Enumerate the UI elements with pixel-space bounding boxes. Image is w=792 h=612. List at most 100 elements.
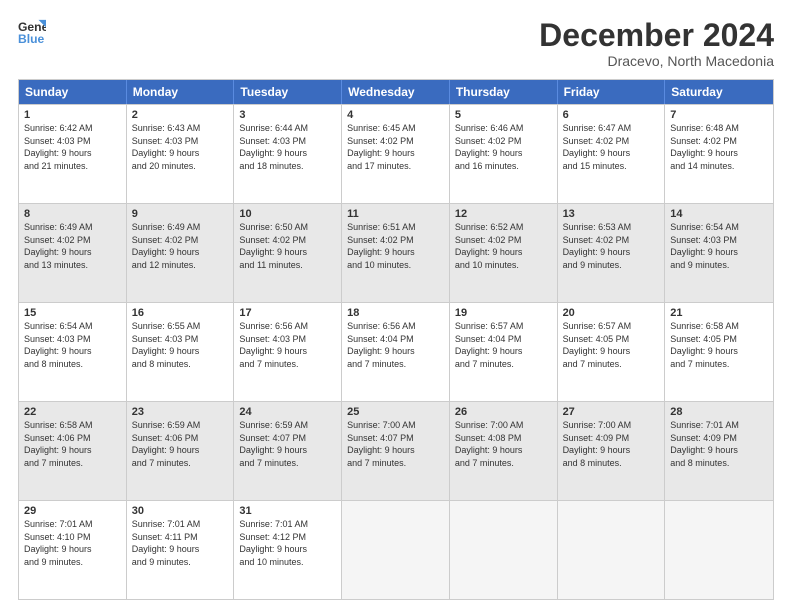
page: General Blue December 2024 Dracevo, Nort… xyxy=(0,0,792,612)
day-number: 24 xyxy=(239,406,336,418)
day-number: 20 xyxy=(563,307,660,319)
cell-info: Sunrise: 6:59 AMSunset: 4:06 PMDaylight:… xyxy=(132,419,229,469)
cell-info: Sunrise: 6:55 AMSunset: 4:03 PMDaylight:… xyxy=(132,320,229,370)
day-cell-1: 1Sunrise: 6:42 AMSunset: 4:03 PMDaylight… xyxy=(19,105,127,203)
header-day-monday: Monday xyxy=(127,80,235,104)
day-cell-12: 12Sunrise: 6:52 AMSunset: 4:02 PMDayligh… xyxy=(450,204,558,302)
cell-info: Sunrise: 7:01 AMSunset: 4:11 PMDaylight:… xyxy=(132,518,229,568)
day-number: 1 xyxy=(24,109,121,121)
day-number: 16 xyxy=(132,307,229,319)
cell-info: Sunrise: 6:49 AMSunset: 4:02 PMDaylight:… xyxy=(132,221,229,271)
day-cell-2: 2Sunrise: 6:43 AMSunset: 4:03 PMDaylight… xyxy=(127,105,235,203)
day-number: 7 xyxy=(670,109,768,121)
calendar: SundayMondayTuesdayWednesdayThursdayFrid… xyxy=(18,79,774,600)
day-number: 22 xyxy=(24,406,121,418)
calendar-row-5: 29Sunrise: 7:01 AMSunset: 4:10 PMDayligh… xyxy=(19,500,773,599)
day-cell-29: 29Sunrise: 7:01 AMSunset: 4:10 PMDayligh… xyxy=(19,501,127,599)
day-number: 12 xyxy=(455,208,552,220)
day-number: 13 xyxy=(563,208,660,220)
empty-cell-4-3 xyxy=(342,501,450,599)
day-number: 29 xyxy=(24,505,121,517)
day-cell-4: 4Sunrise: 6:45 AMSunset: 4:02 PMDaylight… xyxy=(342,105,450,203)
cell-info: Sunrise: 6:58 AMSunset: 4:05 PMDaylight:… xyxy=(670,320,768,370)
day-number: 31 xyxy=(239,505,336,517)
day-number: 14 xyxy=(670,208,768,220)
day-cell-31: 31Sunrise: 7:01 AMSunset: 4:12 PMDayligh… xyxy=(234,501,342,599)
day-cell-3: 3Sunrise: 6:44 AMSunset: 4:03 PMDaylight… xyxy=(234,105,342,203)
empty-cell-4-5 xyxy=(558,501,666,599)
cell-info: Sunrise: 6:51 AMSunset: 4:02 PMDaylight:… xyxy=(347,221,444,271)
day-cell-22: 22Sunrise: 6:58 AMSunset: 4:06 PMDayligh… xyxy=(19,402,127,500)
empty-cell-4-4 xyxy=(450,501,558,599)
day-cell-24: 24Sunrise: 6:59 AMSunset: 4:07 PMDayligh… xyxy=(234,402,342,500)
day-cell-21: 21Sunrise: 6:58 AMSunset: 4:05 PMDayligh… xyxy=(665,303,773,401)
empty-cell-4-6 xyxy=(665,501,773,599)
cell-info: Sunrise: 6:43 AMSunset: 4:03 PMDaylight:… xyxy=(132,122,229,172)
day-number: 5 xyxy=(455,109,552,121)
day-cell-14: 14Sunrise: 6:54 AMSunset: 4:03 PMDayligh… xyxy=(665,204,773,302)
cell-info: Sunrise: 6:54 AMSunset: 4:03 PMDaylight:… xyxy=(670,221,768,271)
cell-info: Sunrise: 6:48 AMSunset: 4:02 PMDaylight:… xyxy=(670,122,768,172)
day-number: 8 xyxy=(24,208,121,220)
day-number: 17 xyxy=(239,307,336,319)
cell-info: Sunrise: 6:57 AMSunset: 4:05 PMDaylight:… xyxy=(563,320,660,370)
header: General Blue December 2024 Dracevo, Nort… xyxy=(18,18,774,69)
cell-info: Sunrise: 6:49 AMSunset: 4:02 PMDaylight:… xyxy=(24,221,121,271)
day-number: 3 xyxy=(239,109,336,121)
calendar-body: 1Sunrise: 6:42 AMSunset: 4:03 PMDaylight… xyxy=(19,104,773,599)
cell-info: Sunrise: 6:42 AMSunset: 4:03 PMDaylight:… xyxy=(24,122,121,172)
cell-info: Sunrise: 6:56 AMSunset: 4:03 PMDaylight:… xyxy=(239,320,336,370)
title-block: December 2024 Dracevo, North Macedonia xyxy=(539,18,774,69)
day-cell-19: 19Sunrise: 6:57 AMSunset: 4:04 PMDayligh… xyxy=(450,303,558,401)
calendar-row-1: 1Sunrise: 6:42 AMSunset: 4:03 PMDaylight… xyxy=(19,104,773,203)
cell-info: Sunrise: 6:47 AMSunset: 4:02 PMDaylight:… xyxy=(563,122,660,172)
calendar-header: SundayMondayTuesdayWednesdayThursdayFrid… xyxy=(19,80,773,104)
day-cell-23: 23Sunrise: 6:59 AMSunset: 4:06 PMDayligh… xyxy=(127,402,235,500)
cell-info: Sunrise: 7:00 AMSunset: 4:07 PMDaylight:… xyxy=(347,419,444,469)
day-cell-16: 16Sunrise: 6:55 AMSunset: 4:03 PMDayligh… xyxy=(127,303,235,401)
day-cell-13: 13Sunrise: 6:53 AMSunset: 4:02 PMDayligh… xyxy=(558,204,666,302)
day-number: 18 xyxy=(347,307,444,319)
cell-info: Sunrise: 7:01 AMSunset: 4:10 PMDaylight:… xyxy=(24,518,121,568)
logo: General Blue xyxy=(18,18,46,46)
day-cell-18: 18Sunrise: 6:56 AMSunset: 4:04 PMDayligh… xyxy=(342,303,450,401)
cell-info: Sunrise: 6:59 AMSunset: 4:07 PMDaylight:… xyxy=(239,419,336,469)
calendar-row-2: 8Sunrise: 6:49 AMSunset: 4:02 PMDaylight… xyxy=(19,203,773,302)
day-cell-9: 9Sunrise: 6:49 AMSunset: 4:02 PMDaylight… xyxy=(127,204,235,302)
cell-info: Sunrise: 7:01 AMSunset: 4:12 PMDaylight:… xyxy=(239,518,336,568)
day-number: 21 xyxy=(670,307,768,319)
calendar-row-4: 22Sunrise: 6:58 AMSunset: 4:06 PMDayligh… xyxy=(19,401,773,500)
day-number: 19 xyxy=(455,307,552,319)
day-number: 6 xyxy=(563,109,660,121)
day-number: 26 xyxy=(455,406,552,418)
day-number: 9 xyxy=(132,208,229,220)
day-cell-17: 17Sunrise: 6:56 AMSunset: 4:03 PMDayligh… xyxy=(234,303,342,401)
header-day-tuesday: Tuesday xyxy=(234,80,342,104)
day-cell-20: 20Sunrise: 6:57 AMSunset: 4:05 PMDayligh… xyxy=(558,303,666,401)
day-cell-15: 15Sunrise: 6:54 AMSunset: 4:03 PMDayligh… xyxy=(19,303,127,401)
cell-info: Sunrise: 7:00 AMSunset: 4:08 PMDaylight:… xyxy=(455,419,552,469)
day-number: 25 xyxy=(347,406,444,418)
day-cell-30: 30Sunrise: 7:01 AMSunset: 4:11 PMDayligh… xyxy=(127,501,235,599)
header-day-saturday: Saturday xyxy=(665,80,773,104)
cell-info: Sunrise: 6:52 AMSunset: 4:02 PMDaylight:… xyxy=(455,221,552,271)
day-cell-26: 26Sunrise: 7:00 AMSunset: 4:08 PMDayligh… xyxy=(450,402,558,500)
day-number: 23 xyxy=(132,406,229,418)
day-number: 11 xyxy=(347,208,444,220)
header-day-sunday: Sunday xyxy=(19,80,127,104)
cell-info: Sunrise: 6:57 AMSunset: 4:04 PMDaylight:… xyxy=(455,320,552,370)
month-title: December 2024 xyxy=(539,18,774,53)
day-cell-28: 28Sunrise: 7:01 AMSunset: 4:09 PMDayligh… xyxy=(665,402,773,500)
day-number: 4 xyxy=(347,109,444,121)
calendar-row-3: 15Sunrise: 6:54 AMSunset: 4:03 PMDayligh… xyxy=(19,302,773,401)
day-cell-27: 27Sunrise: 7:00 AMSunset: 4:09 PMDayligh… xyxy=(558,402,666,500)
day-cell-11: 11Sunrise: 6:51 AMSunset: 4:02 PMDayligh… xyxy=(342,204,450,302)
header-day-wednesday: Wednesday xyxy=(342,80,450,104)
day-cell-25: 25Sunrise: 7:00 AMSunset: 4:07 PMDayligh… xyxy=(342,402,450,500)
logo-icon: General Blue xyxy=(18,18,46,46)
cell-info: Sunrise: 6:54 AMSunset: 4:03 PMDaylight:… xyxy=(24,320,121,370)
cell-info: Sunrise: 6:53 AMSunset: 4:02 PMDaylight:… xyxy=(563,221,660,271)
day-number: 30 xyxy=(132,505,229,517)
cell-info: Sunrise: 6:58 AMSunset: 4:06 PMDaylight:… xyxy=(24,419,121,469)
day-cell-6: 6Sunrise: 6:47 AMSunset: 4:02 PMDaylight… xyxy=(558,105,666,203)
